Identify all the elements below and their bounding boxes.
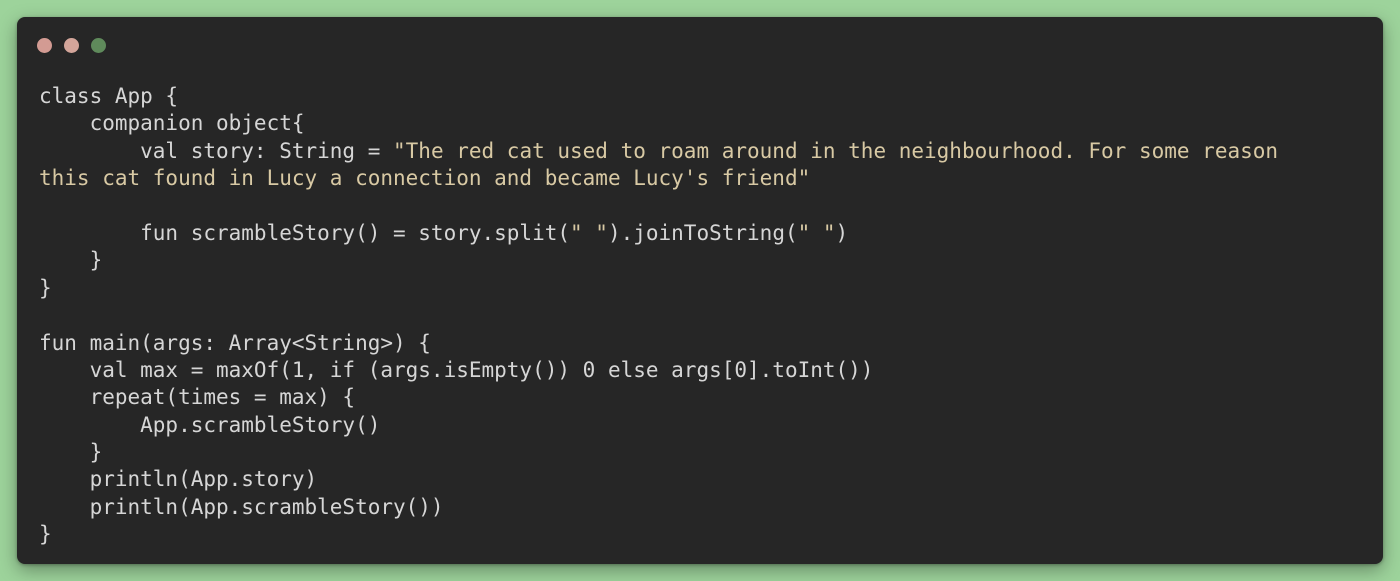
- code-token: ).joinToString(: [607, 220, 798, 245]
- code-line: }: [39, 275, 1363, 302]
- code-token: }: [39, 275, 52, 300]
- string-literal: " ": [570, 220, 608, 245]
- code-token: class App {: [39, 84, 179, 108]
- code-line: fun scrambleStory() = story.split(" ").j…: [39, 220, 1363, 247]
- string-literal: " ": [797, 220, 836, 245]
- code-block: class App { companion object{ val story:…: [39, 83, 1363, 549]
- code-token: }: [39, 248, 103, 273]
- code-line: println(App.scrambleStory()): [39, 494, 1363, 521]
- code-line: this cat found in Lucy a connection and …: [39, 165, 1363, 192]
- string-literal: "The red cat used to roam around in the …: [393, 138, 1279, 163]
- minimize-dot[interactable]: [64, 38, 79, 53]
- code-line: class App {: [39, 83, 1363, 110]
- window-controls: [37, 38, 106, 53]
- code-window: class App { companion object{ val story:…: [17, 17, 1383, 564]
- code-token: }: [39, 440, 103, 465]
- code-line: }: [39, 247, 1363, 274]
- code-token: val max = maxOf(1, if (args.isEmpty()) 0…: [39, 357, 874, 382]
- code-token: val story: String =: [39, 138, 394, 163]
- code-line: }: [39, 439, 1363, 466]
- code-line: val story: String = "The red cat used to…: [39, 138, 1363, 165]
- code-line: println(App.story): [39, 466, 1363, 493]
- code-line: val max = maxOf(1, if (args.isEmpty()) 0…: [39, 357, 1363, 384]
- code-token: }: [39, 522, 52, 547]
- code-token: println(App.story): [39, 467, 318, 492]
- code-token: fun scrambleStory() = story.split(: [39, 220, 571, 245]
- code-token: companion object{: [39, 111, 305, 136]
- code-token: ): [835, 220, 849, 245]
- code-line: repeat(times = max) {: [39, 384, 1363, 411]
- code-line: }: [39, 521, 1363, 548]
- code-line: fun main(args: Array<String>) {: [39, 330, 1363, 357]
- code-token: println(App.scrambleStory()): [39, 494, 444, 519]
- close-dot[interactable]: [37, 38, 52, 53]
- string-literal: this cat found in Lucy a connection and …: [39, 166, 811, 191]
- code-token: fun main(args: Array<String>) {: [39, 330, 431, 355]
- code-line: App.scrambleStory(): [39, 412, 1363, 439]
- code-token: App.scrambleStory(): [39, 412, 381, 437]
- code-token: repeat(times = max) {: [39, 385, 356, 410]
- code-line: companion object{: [39, 110, 1363, 137]
- zoom-dot[interactable]: [91, 38, 106, 53]
